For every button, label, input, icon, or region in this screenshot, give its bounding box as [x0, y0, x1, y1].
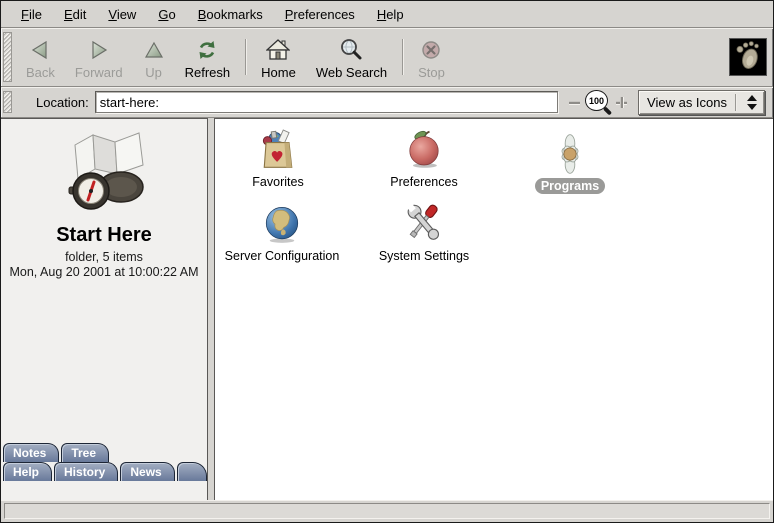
sidebar-tabs-row-1: Notes Tree	[1, 443, 207, 462]
icon-label: System Settings	[373, 248, 475, 264]
zoom-level-indicator[interactable]: 100	[585, 90, 611, 114]
server-configuration-icon	[261, 201, 303, 245]
sidebar-date: Mon, Aug 20 2001 at 10:00:22 AM	[9, 265, 198, 279]
icon-view[interactable]: Favorites Preferences	[214, 118, 773, 500]
favorites-icon	[256, 127, 300, 171]
icon-label: Programs	[535, 178, 605, 194]
tab-notes[interactable]: Notes	[3, 443, 59, 462]
status-bar	[1, 500, 773, 522]
back-button[interactable]: Back	[16, 31, 65, 83]
tab-help[interactable]: Help	[3, 462, 52, 481]
icon-item-preferences[interactable]: Preferences	[349, 127, 499, 190]
icon-item-favorites[interactable]: Favorites	[214, 127, 353, 190]
menu-edit[interactable]: Edit	[54, 3, 96, 26]
refresh-label: Refresh	[185, 65, 231, 80]
forward-icon	[88, 36, 110, 63]
status-text	[4, 503, 770, 519]
refresh-button[interactable]: Refresh	[175, 31, 241, 83]
zoom-level-value: 100	[585, 90, 608, 111]
preferences-icon	[402, 127, 446, 171]
sidebar-title: Start Here	[56, 224, 152, 247]
sidebar: Start Here folder, 5 items Mon, Aug 20 2…	[1, 118, 208, 500]
stop-icon	[421, 36, 441, 63]
menu-go[interactable]: Go	[148, 3, 185, 26]
spinner-arrows-icon	[744, 95, 760, 110]
menu-help[interactable]: Help	[367, 3, 414, 26]
web-search-label: Web Search	[316, 65, 387, 80]
tab-history[interactable]: History	[54, 462, 118, 481]
stop-label: Stop	[418, 65, 445, 80]
back-icon	[29, 36, 51, 63]
zoom-out-icon[interactable]	[568, 96, 581, 109]
toolbar-gripper[interactable]	[3, 32, 12, 82]
home-button[interactable]: Home	[251, 31, 306, 83]
view-as-value: View as Icons	[647, 95, 727, 110]
sidebar-folder-info: folder, 5 items	[65, 250, 143, 264]
up-button[interactable]: Up	[133, 31, 175, 83]
gnome-foot-icon	[731, 38, 765, 77]
forward-button[interactable]: Forward	[65, 31, 133, 83]
menu-preferences[interactable]: Preferences	[275, 3, 365, 26]
icon-label: Favorites	[246, 174, 309, 190]
location-bar-gripper[interactable]	[3, 91, 12, 113]
throbber[interactable]	[729, 38, 767, 76]
menu-file[interactable]: File	[11, 3, 52, 26]
zoom-in-icon[interactable]	[615, 96, 628, 109]
up-icon	[143, 36, 165, 63]
web-search-button[interactable]: Web Search	[306, 31, 397, 83]
programs-icon	[549, 131, 591, 175]
toolbar-separator	[402, 39, 403, 75]
menu-view[interactable]: View	[98, 3, 146, 26]
icon-item-server-configuration[interactable]: Server Configuration	[214, 201, 357, 264]
tab-strip-filler	[177, 462, 207, 481]
toolbar: Back Forward Up	[1, 28, 773, 87]
tab-news[interactable]: News	[120, 462, 174, 481]
forward-label: Forward	[75, 65, 123, 80]
menu-bookmarks[interactable]: Bookmarks	[188, 3, 273, 26]
dropdown-divider	[735, 94, 736, 111]
icon-item-system-settings[interactable]: System Settings	[349, 201, 499, 264]
refresh-icon	[196, 36, 218, 63]
back-label: Back	[26, 65, 55, 80]
icon-item-programs[interactable]: Programs	[495, 131, 645, 194]
location-input[interactable]	[95, 91, 558, 113]
view-as-dropdown[interactable]: View as Icons	[638, 90, 765, 115]
icon-label: Server Configuration	[219, 248, 346, 264]
home-icon	[266, 36, 290, 63]
stop-button[interactable]: Stop	[408, 31, 455, 83]
home-label: Home	[261, 65, 296, 80]
system-settings-icon	[402, 201, 446, 245]
sidebar-tabs-row-2: Help History News	[1, 462, 207, 481]
map-compass-icon	[49, 129, 159, 222]
toolbar-separator	[245, 39, 246, 75]
location-bar: Location: 100 View as Icons	[1, 87, 773, 118]
zoom-control: 100	[568, 90, 628, 114]
content-area: Start Here folder, 5 items Mon, Aug 20 2…	[1, 118, 773, 500]
web-search-icon	[339, 36, 363, 63]
menu-bar: File Edit View Go Bookmarks Preferences …	[1, 1, 773, 28]
up-label: Up	[145, 65, 162, 80]
location-label: Location:	[36, 95, 89, 110]
icon-label: Preferences	[384, 174, 463, 190]
tab-tree[interactable]: Tree	[61, 443, 109, 462]
nautilus-window: File Edit View Go Bookmarks Preferences …	[0, 0, 774, 523]
